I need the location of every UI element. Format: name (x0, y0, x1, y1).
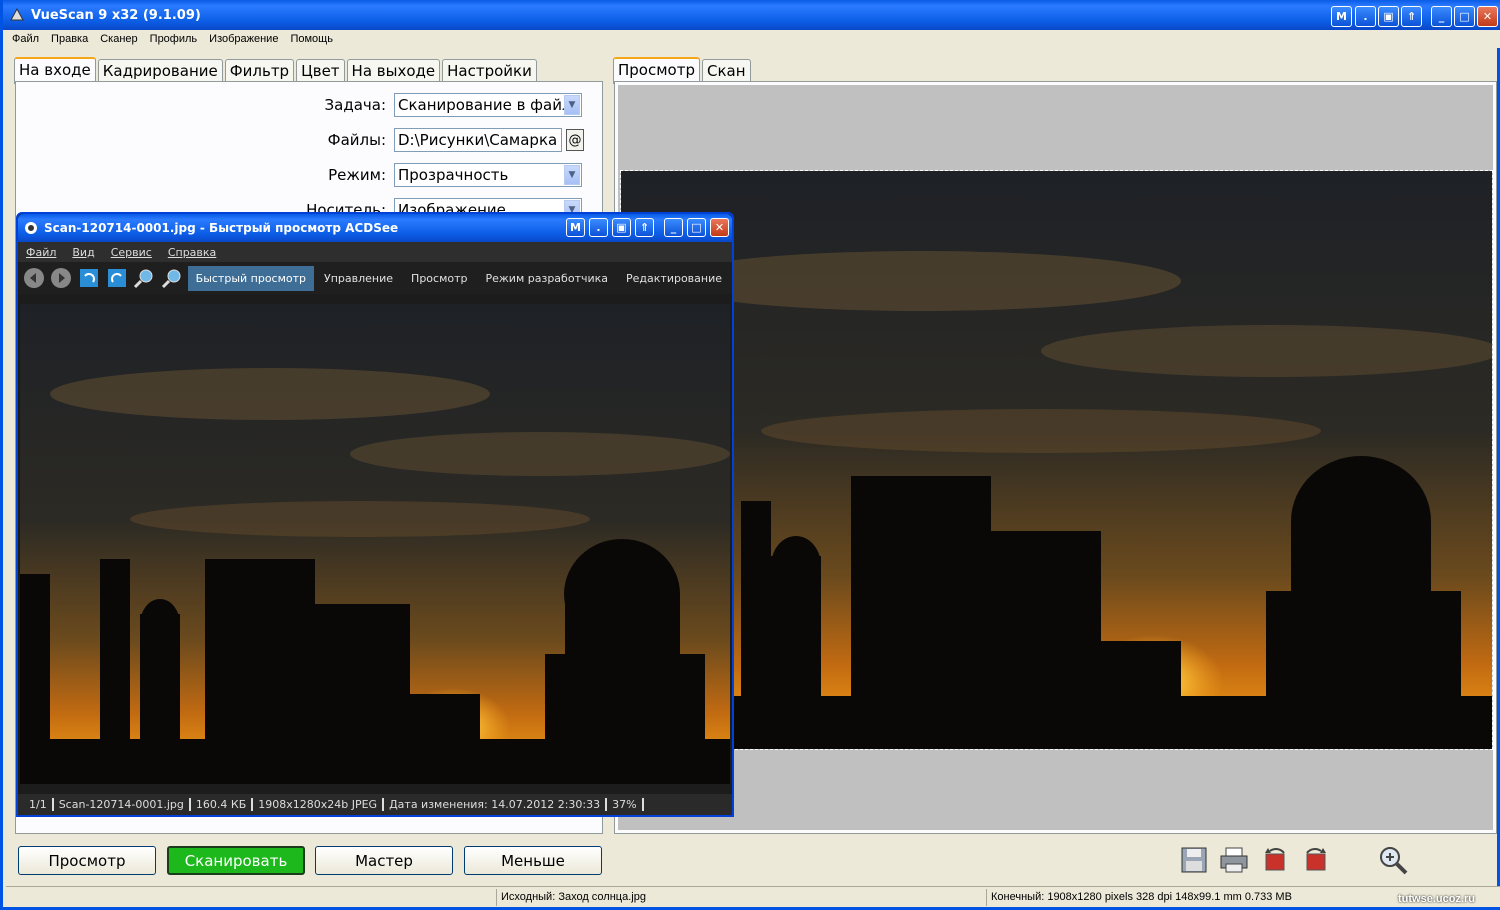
files-input[interactable]: D:\Рисунки\Самарка (394, 128, 562, 152)
previous-icon[interactable] (22, 265, 46, 291)
task-value: Сканирование в файл (398, 96, 572, 114)
title-bar[interactable]: VueScan 9 x32 (9.1.09) M . ▣ ⇑ _ □ ✕ (3, 0, 1500, 30)
watermark: tutwse.ucoz.ru (1398, 893, 1476, 905)
status-source: Исходный: Заход солнца.jpg (501, 891, 646, 903)
tab-color[interactable]: Цвет (296, 59, 345, 83)
acdsee-status-zoom: 37% (607, 798, 644, 811)
acdsee-title-bar[interactable]: Scan-120714-0001.jpg - Быстрый просмотр … (18, 214, 732, 242)
acdsee-status-date: Дата изменения: 14.07.2012 2:30:33 (384, 798, 608, 811)
acdsee-sysbtn-2-icon[interactable]: . (589, 218, 608, 237)
tab-scan[interactable]: Скан (701, 59, 751, 83)
menu-bar: Файл Правка Сканер Профиль Изображение П… (6, 30, 1500, 48)
mode-value: Прозрачность (398, 166, 509, 184)
menu-file[interactable]: Файл (12, 33, 39, 45)
preview-image[interactable] (620, 170, 1493, 750)
sysbtn-3-icon[interactable]: ▣ (1378, 6, 1399, 27)
right-tabs: Просмотр Скан (613, 56, 753, 84)
acdsee-title: Scan-120714-0001.jpg - Быстрый просмотр … (44, 221, 399, 235)
files-label: Файлы: (327, 131, 386, 149)
menu-profile[interactable]: Профиль (150, 33, 198, 45)
task-label: Задача: (324, 96, 386, 114)
mode-select[interactable]: Прозрачность ▼ (394, 163, 582, 187)
acdsee-toolbar: Быстрый просмотр Управление Просмотр Реж… (18, 262, 732, 294)
menu-edit[interactable]: Правка (51, 33, 88, 45)
chevron-down-icon[interactable]: ▼ (564, 95, 580, 115)
menu-help[interactable]: Помощь (290, 33, 333, 45)
sysbtn-4-icon[interactable]: ⇑ (1401, 6, 1422, 27)
acdsee-menu-tools[interactable]: Сервис (111, 246, 152, 259)
acdsee-app-icon (25, 222, 37, 234)
acdsee-menu-bar: Файл Вид Сервис Справка (18, 242, 732, 262)
zoom-icon[interactable] (1377, 844, 1409, 876)
acdsee-status-dimensions: 1908x1280x24b JPEG (253, 798, 385, 811)
tab-filter[interactable]: Фильтр (224, 59, 295, 83)
window-title: VueScan 9 x32 (9.1.09) (31, 7, 201, 23)
rotate-left-icon[interactable] (77, 265, 101, 291)
acdsee-status-index: 1/1 (24, 798, 54, 811)
acdsee-sysbtn-4-icon[interactable]: ⇑ (635, 218, 654, 237)
menu-scanner[interactable]: Сканер (100, 33, 137, 45)
menu-image[interactable]: Изображение (209, 33, 278, 45)
preview-button[interactable]: Просмотр (18, 846, 156, 875)
mode-developer[interactable]: Режим разработчика (478, 266, 617, 291)
chevron-down-icon[interactable]: ▼ (564, 165, 580, 185)
mode-manage[interactable]: Управление (316, 266, 401, 291)
tab-crop[interactable]: Кадрирование (97, 59, 223, 83)
acdsee-window: Scan-120714-0001.jpg - Быстрый просмотр … (16, 212, 734, 817)
maximize-button[interactable]: □ (1454, 6, 1475, 27)
acdsee-image[interactable] (20, 304, 730, 784)
close-button[interactable]: ✕ (1477, 6, 1498, 27)
next-icon[interactable] (50, 265, 74, 291)
sysbtn-1-icon[interactable]: M (1331, 6, 1352, 27)
rotate-right-icon[interactable] (1300, 844, 1332, 876)
acdsee-menu-file[interactable]: Файл (26, 246, 56, 259)
app-icon (10, 7, 24, 21)
acdsee-status-size: 160.4 КБ (191, 798, 254, 811)
acdsee-close-button[interactable]: ✕ (710, 218, 729, 237)
zoom-out-icon[interactable] (160, 265, 184, 291)
scan-button[interactable]: Сканировать (167, 846, 305, 875)
mode-edit[interactable]: Редактирование (618, 266, 730, 291)
acdsee-maximize-button[interactable]: □ (687, 218, 706, 237)
print-icon[interactable] (1218, 844, 1250, 876)
status-bar: Исходный: Заход солнца.jpg Конечный: 190… (6, 886, 1500, 907)
acdsee-menu-view[interactable]: Вид (72, 246, 94, 259)
zoom-in-icon[interactable] (132, 265, 156, 291)
task-select[interactable]: Сканирование в файл ▼ (394, 93, 582, 117)
acdsee-sysbtn-3-icon[interactable]: ▣ (612, 218, 631, 237)
acdsee-minimize-button[interactable]: _ (664, 218, 683, 237)
acdsee-status-filename: Scan-120714-0001.jpg (54, 798, 191, 811)
preview-area[interactable] (618, 85, 1493, 830)
tab-settings[interactable]: Настройки (442, 59, 537, 83)
tab-input[interactable]: На входе (14, 57, 96, 84)
save-icon[interactable] (1178, 844, 1210, 876)
acdsee-status-bar: 1/1 Scan-120714-0001.jpg 160.4 КБ 1908x1… (18, 794, 732, 815)
status-output: Конечный: 1908x1280 pixels 328 dpi 148x9… (991, 891, 1292, 903)
left-tabs: На входе Кадрирование Фильтр Цвет На вых… (14, 56, 539, 84)
minimize-button[interactable]: _ (1431, 6, 1452, 27)
preview-panel (614, 81, 1497, 834)
less-button[interactable]: Меньше (464, 846, 602, 875)
mode-label: Режим: (328, 166, 386, 184)
rotate-left-icon[interactable] (1259, 844, 1291, 876)
acdsee-menu-help[interactable]: Справка (168, 246, 216, 259)
rotate-right-icon[interactable] (105, 265, 129, 291)
wizard-button[interactable]: Мастер (315, 846, 453, 875)
acdsee-sysbtn-1-icon[interactable]: M (566, 218, 585, 237)
mode-quick-view[interactable]: Быстрый просмотр (187, 265, 315, 291)
mode-view[interactable]: Просмотр (403, 266, 475, 291)
tab-preview[interactable]: Просмотр (613, 57, 700, 84)
files-browse-button[interactable]: @ (566, 129, 584, 151)
sysbtn-2-icon[interactable]: . (1355, 6, 1376, 27)
tab-output[interactable]: На выходе (346, 59, 441, 83)
